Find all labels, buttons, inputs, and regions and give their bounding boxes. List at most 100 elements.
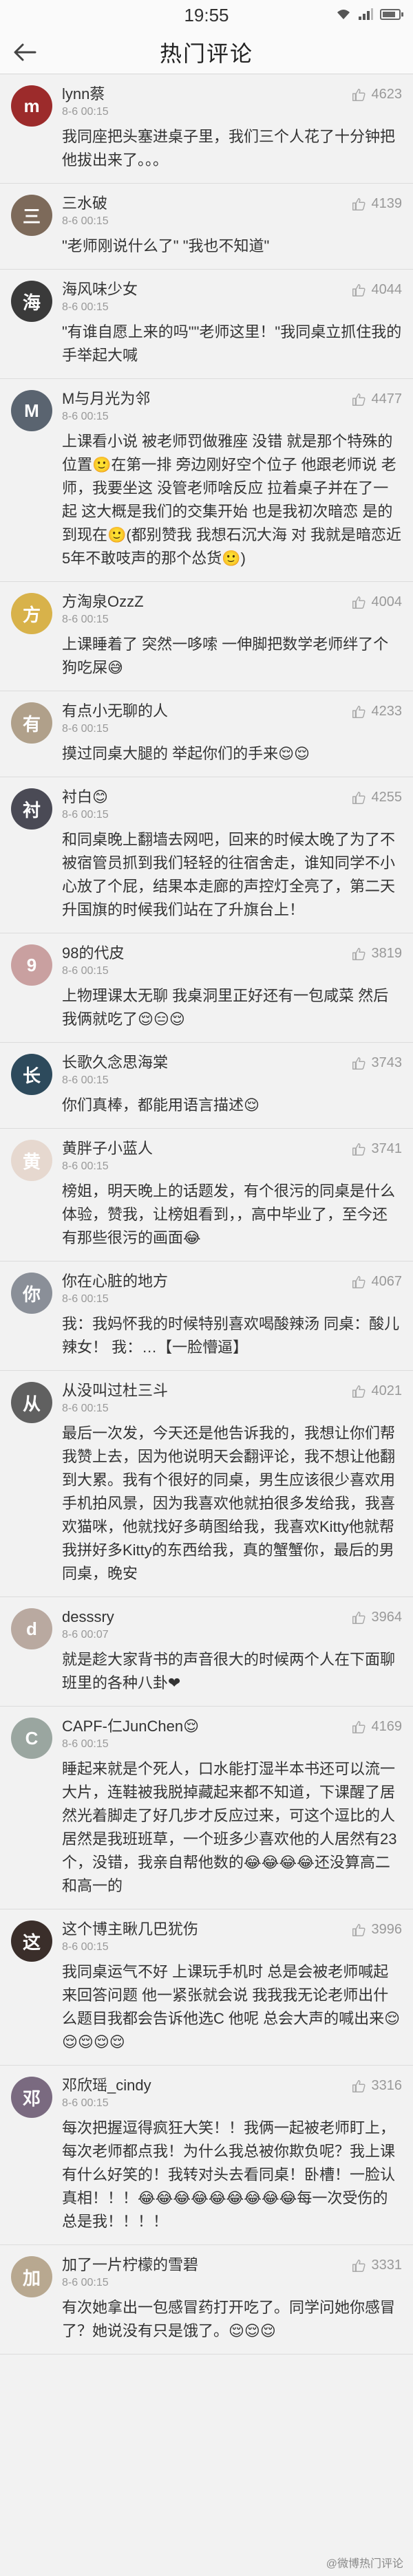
avatar[interactable]: 这 [11,1920,52,1962]
comment-time: 8-6 00:15 [62,2277,109,2288]
comment-username[interactable]: 你在心脏的地方 [62,1273,168,1290]
comment-header: 衬白😊 8-6 00:15 4255 [62,788,402,823]
comment-username[interactable]: 从没叫过杜三斗 [62,1382,168,1400]
like-button[interactable]: 3819 [351,944,403,962]
comment-meta: 邓欣瑶_cindy 8-6 00:15 [62,2077,151,2111]
header: 热门评论 [0,30,413,74]
comment-time: 8-6 00:15 [62,965,109,977]
avatar[interactable]: C [11,1718,52,1759]
avatar[interactable]: 方 [11,593,52,634]
comment-item: m lynn蔡 8-6 00:15 4623 我同座把头塞进桌子里，我们三个人花了十分钟… [0,74,413,184]
thumbs-up-icon [352,1385,366,1398]
comment-meta: CAPF-仁JunChen😌 8-6 00:15 [62,1718,199,1752]
like-count: 3996 [371,1922,403,1937]
comment-header: 有点小无聊的人 8-6 00:15 4233 [62,702,402,737]
comment-header: lynn蔡 8-6 00:15 4623 [62,85,402,120]
like-button[interactable]: 4255 [351,788,403,805]
avatar[interactable]: 衬 [11,788,52,830]
comment-time: 8-6 00:15 [62,2097,109,2109]
avatar[interactable]: 有 [11,702,52,744]
comment-username[interactable]: lynn蔡 [62,85,109,103]
comment-item: 邓 邓欣瑶_cindy 8-6 00:15 3316 每次把握逗得疯狂大笑！！我俩一起被… [0,2066,413,2245]
avatar[interactable]: 9 [11,944,52,986]
avatar[interactable]: 三 [11,195,52,236]
comment-username[interactable]: 长歌久念思海棠 [62,1054,168,1072]
avatar[interactable]: 长 [11,1054,52,1095]
comment-body: 你在心脏的地方 8-6 00:15 4067 我：我妈怀我的时候特别喜欢喝酸辣汤 同桌… [62,1273,402,1359]
avatar[interactable]: 黄 [11,1140,52,1181]
comment-username[interactable]: 这个博主瞅几巴犹伤 [62,1920,198,1938]
like-button[interactable]: 4233 [351,702,403,719]
comment-text: 和同桌晚上翻墙去网吧，回来的时候太晚了为了不被宿管员抓到我们轻轻的往宿舍走，谁知… [62,831,396,918]
comment-item: C CAPF-仁JunChen😌 8-6 00:15 4169 睡起来就是个死人，口水能… [0,1707,413,1909]
comment-time: 8-6 00:15 [62,1160,109,1172]
comment-body: 三水破 8-6 00:15 4139 "老师刚说什么了" "我也不知道" [62,195,402,258]
like-button[interactable]: 3316 [351,2077,402,2094]
comment-username[interactable]: M与月光为邻 [62,390,150,408]
avatar[interactable]: 邓 [11,2077,52,2118]
like-button[interactable]: 3996 [351,1920,403,1938]
like-count: 4169 [371,1719,403,1734]
like-button[interactable]: 3964 [351,1608,402,1625]
comment-item: 海 海风味少女 8-6 00:15 4044 "有谁自愿上来的吗""老师这里！"我同桌立… [0,270,413,379]
comment-item: 有 有点小无聊的人 8-6 00:15 4233 摸过同桌大腿的 举起你们的手来😌😌 [0,691,413,777]
comment-meta: 黄胖子小蓝人 8-6 00:15 [62,1140,153,1174]
comment-item: 方 方淘泉OzzZ 8-6 00:15 4004 上课睡着了 突然一哆嗦 一伸脚把数学老… [0,582,413,691]
thumbs-up-icon [352,791,366,804]
comment-meta: 三水破 8-6 00:15 [62,195,109,229]
avatar[interactable]: d [11,1608,52,1649]
app-screen: 19:55 热门评论 m lynn蔡 8-6 00:15 4623 我同座把头塞进桌子里… [0,0,413,2576]
thumbs-up-icon [352,1923,366,1936]
comment-item: 这 这个博主瞅几巴犹伤 8-6 00:15 3996 我同桌运气不好 上课玩手机时 总是… [0,1909,413,2066]
thumbs-up-icon [352,947,366,960]
comment-body: CAPF-仁JunChen😌 8-6 00:15 4169 睡起来就是个死人，口水能打… [62,1718,402,1898]
like-button[interactable]: 4477 [351,390,402,407]
comment-username[interactable]: 加了一片柠檬的雪碧 [62,2256,198,2274]
like-button[interactable]: 4169 [351,1718,403,1735]
avatar-initial: C [25,1727,39,1749]
comment-username[interactable]: CAPF-仁JunChen😌 [62,1718,199,1735]
avatar[interactable]: 加 [11,2256,52,2297]
like-button[interactable]: 4067 [351,1273,402,1290]
comment-text: 最后一次发，今天还是他告诉我的，我想让你们帮我赞上去，因为他说明天会翻评论，我不… [62,1425,396,1582]
comment-username[interactable]: 方淘泉OzzZ [62,593,144,611]
comment-username[interactable]: desssry [62,1608,114,1626]
comment-time: 8-6 00:15 [62,1941,109,1953]
like-count: 4233 [371,704,403,719]
like-button[interactable]: 3331 [351,2256,402,2273]
avatar[interactable]: M [11,390,52,431]
back-button[interactable] [10,39,40,66]
like-button[interactable]: 4044 [351,281,402,298]
like-button[interactable]: 4139 [351,195,402,212]
like-count: 3819 [371,946,403,961]
comment-header: 邓欣瑶_cindy 8-6 00:15 3316 [62,2077,402,2111]
like-button[interactable]: 4623 [351,85,402,102]
comment-time: 8-6 00:15 [62,1293,109,1305]
comment-item: 长 长歌久念思海棠 8-6 00:15 3743 你们真棒，都能用语言描述😌 [0,1043,413,1129]
comment-username[interactable]: 有点小无聊的人 [62,702,168,720]
avatar-initial: 衬 [22,799,41,821]
avatar[interactable]: 海 [11,281,52,322]
thumbs-up-icon [352,1611,366,1624]
avatar[interactable]: m [11,85,52,127]
thumbs-up-icon [352,1057,366,1070]
comment-username[interactable]: 三水破 [62,195,109,213]
comment-item: 黄 黄胖子小蓝人 8-6 00:15 3741 榜姐，明天晚上的话题发，有个很污的同桌是… [0,1129,413,1262]
comment-meta: 你在心脏的地方 8-6 00:15 [62,1273,168,1307]
like-button[interactable]: 4021 [351,1382,402,1399]
comment-username[interactable]: 衬白😊 [62,788,109,806]
comment-username[interactable]: 黄胖子小蓝人 [62,1140,153,1158]
comment-header: 你在心脏的地方 8-6 00:15 4067 [62,1273,402,1307]
like-count: 4255 [371,790,403,805]
avatar[interactable]: 你 [11,1273,52,1314]
avatar[interactable]: 从 [11,1382,52,1423]
comment-username[interactable]: 98的代皮 [62,944,124,962]
comment-text: 就是趁大家背书的声音很大的时候两个人在下面聊班里的各种八卦❤ [62,1651,396,1691]
comment-username[interactable]: 邓欣瑶_cindy [62,2077,151,2095]
like-button[interactable]: 4004 [351,593,403,610]
like-count: 4004 [371,594,403,609]
like-button[interactable]: 3741 [351,1140,402,1157]
comment-username[interactable]: 海风味少女 [62,281,138,299]
like-button[interactable]: 3743 [351,1054,402,1071]
comment-text: 上物理课太无聊 我桌洞里正好还有一包咸菜 然后我俩就吃了😌😑😌 [62,987,389,1028]
